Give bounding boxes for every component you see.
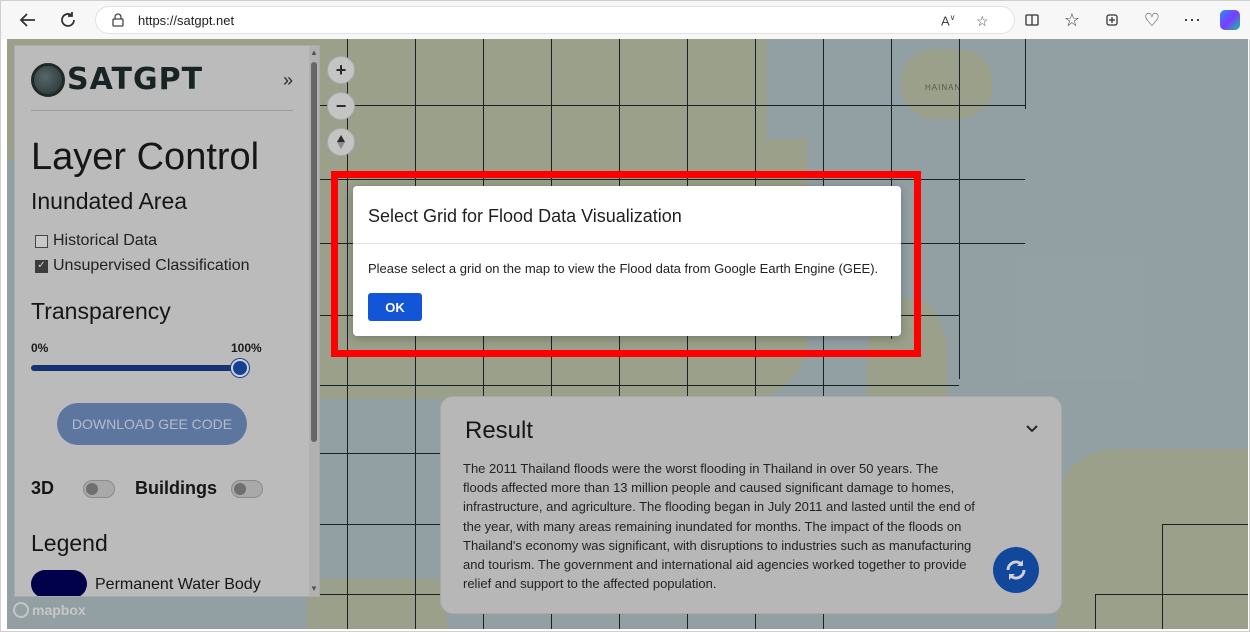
health-icon[interactable]: ♡	[1139, 8, 1165, 32]
address-bar[interactable]: https://satgpt.net A∨ ☆	[95, 6, 1015, 34]
favorites-icon[interactable]: ☆	[1059, 8, 1085, 32]
modal-title: Select Grid for Flood Data Visualization	[368, 206, 682, 226]
back-icon[interactable]	[15, 8, 41, 32]
modal-divider	[353, 243, 901, 244]
refresh-icon[interactable]	[55, 8, 81, 32]
modal-body: Please select a grid on the map to view …	[368, 261, 879, 276]
ok-button[interactable]: OK	[368, 293, 422, 321]
split-screen-icon[interactable]	[1019, 8, 1045, 32]
browser-window: https://satgpt.net A∨ ☆ ☆ ♡ ⋯ HAINAN + −…	[0, 0, 1250, 632]
collections-icon[interactable]	[1099, 8, 1125, 32]
favorite-star-icon[interactable]: ☆	[976, 13, 989, 30]
more-menu-icon[interactable]: ⋯	[1179, 8, 1205, 32]
copilot-icon[interactable]	[1217, 8, 1243, 32]
lock-icon[interactable]	[110, 12, 126, 28]
url-text[interactable]: https://satgpt.net	[138, 13, 234, 28]
browser-toolbar: https://satgpt.net A∨ ☆ ☆ ♡ ⋯	[1, 1, 1250, 39]
grid-select-modal: Select Grid for Flood Data Visualization…	[353, 186, 901, 336]
read-aloud-icon[interactable]: A∨	[941, 13, 956, 28]
